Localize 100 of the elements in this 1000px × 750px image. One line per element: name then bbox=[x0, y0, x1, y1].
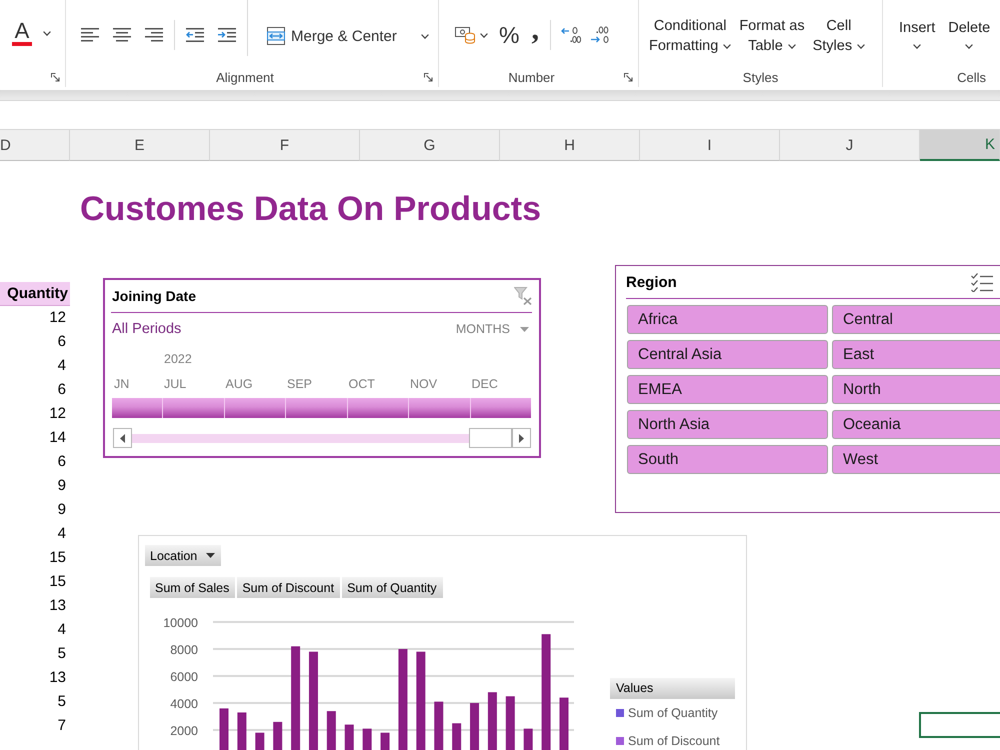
comma-style-button[interactable]: , bbox=[528, 23, 542, 47]
caret-icon bbox=[913, 44, 922, 49]
quantity-cell-text: 12 bbox=[48, 404, 67, 424]
font-color-button[interactable]: A bbox=[10, 21, 34, 46]
chart-bar bbox=[488, 692, 497, 750]
dialog-launcher-icon[interactable] bbox=[424, 72, 433, 82]
column-header[interactable]: J bbox=[780, 130, 920, 161]
dropdown-triangle-icon bbox=[206, 553, 216, 558]
chart-bar bbox=[452, 723, 462, 750]
right-arrow-icon bbox=[519, 434, 524, 442]
scroll-right-button[interactable] bbox=[512, 428, 531, 448]
legend-field-button[interactable]: Values bbox=[610, 678, 735, 699]
percent-style-button[interactable]: % bbox=[496, 23, 522, 47]
month-bar[interactable] bbox=[162, 398, 224, 418]
timeline-title: Joining Date bbox=[112, 288, 196, 304]
chart-bar bbox=[273, 722, 282, 750]
caret-icon bbox=[723, 44, 732, 49]
region-filter-button[interactable]: West bbox=[832, 445, 1000, 474]
merge-center-button[interactable]: Merge & Center bbox=[263, 23, 433, 49]
quantity-cell-text: 13 bbox=[48, 596, 67, 616]
chart-bar bbox=[434, 702, 444, 750]
column-header[interactable]: K bbox=[920, 130, 1000, 161]
chart-bar bbox=[506, 696, 515, 750]
legend-label: Sum of Discount bbox=[628, 734, 720, 748]
cells-button[interactable]: Insert bbox=[895, 15, 940, 52]
group-label: Number bbox=[508, 70, 555, 84]
chart-bar bbox=[326, 711, 336, 750]
caret-icon bbox=[857, 44, 866, 49]
left-arrow-icon bbox=[120, 434, 125, 442]
quantity-cell-text: 15 bbox=[48, 548, 67, 568]
region-filter-button[interactable]: North bbox=[832, 375, 1000, 404]
region-filter-button[interactable]: North Asia bbox=[627, 410, 828, 439]
column-header[interactable]: F bbox=[210, 130, 360, 161]
caret-icon bbox=[480, 32, 488, 38]
quantity-cell-text: 15 bbox=[48, 572, 67, 592]
region-filter-button[interactable]: Central Asia bbox=[627, 340, 828, 369]
region-filter-button[interactable]: EMEA bbox=[627, 375, 828, 404]
quantity-cell-text: 9 bbox=[56, 500, 67, 520]
chart-bar bbox=[380, 732, 390, 750]
chart-bar bbox=[362, 728, 372, 750]
caret-icon bbox=[788, 44, 796, 49]
region-filter-button[interactable]: Central bbox=[832, 305, 1000, 334]
quantity-cell-text: 6 bbox=[56, 452, 67, 472]
quantity-cell-text: 14 bbox=[48, 428, 67, 448]
styles-button[interactable]: Cell Styles bbox=[810, 13, 868, 59]
value-field-button[interactable]: Sum of Quantity bbox=[342, 577, 443, 598]
align-right-icon bbox=[145, 28, 163, 42]
multi-select-icon[interactable] bbox=[971, 272, 993, 292]
value-field-button[interactable]: Sum of Discount bbox=[237, 577, 340, 598]
month-label: NOV bbox=[409, 376, 438, 393]
styles-button[interactable]: Conditional Formatting bbox=[646, 13, 734, 59]
quantity-cell-text: 6 bbox=[56, 332, 67, 352]
money-coins-icon bbox=[455, 26, 475, 44]
quantity-cell-text: 4 bbox=[56, 620, 67, 640]
month-bar[interactable] bbox=[346, 398, 408, 418]
month-label: SEP bbox=[286, 376, 312, 393]
month-bar[interactable] bbox=[408, 398, 470, 418]
month-label: DEC bbox=[470, 376, 498, 393]
increase-indent-icon bbox=[218, 28, 236, 42]
cells-button[interactable]: Delete bbox=[944, 15, 994, 52]
region-filter-button[interactable]: South bbox=[627, 445, 828, 474]
scroll-left-button[interactable] bbox=[113, 428, 132, 448]
scrollbar-track[interactable] bbox=[132, 434, 469, 442]
column-header[interactable]: I bbox=[640, 130, 780, 161]
column-header[interactable]: D bbox=[0, 130, 70, 161]
region-filter-button[interactable]: East bbox=[832, 340, 1000, 369]
quantity-cell-text: 6 bbox=[56, 380, 67, 400]
quantity-cell-text: 12 bbox=[48, 308, 67, 328]
month-label: OCT bbox=[348, 376, 375, 393]
month-bar[interactable] bbox=[470, 398, 531, 418]
month-bar[interactable] bbox=[112, 398, 162, 418]
month-bar[interactable] bbox=[285, 398, 346, 418]
time-level-dropdown[interactable]: MONTHS bbox=[456, 322, 529, 336]
y-axis-label: 10000 bbox=[163, 616, 198, 630]
column-header[interactable]: E bbox=[70, 130, 210, 161]
align-left-icon bbox=[81, 28, 99, 42]
swatch-bar-icon bbox=[12, 42, 32, 46]
location-field-button[interactable]: Location bbox=[145, 545, 222, 566]
column-header[interactable]: H bbox=[500, 130, 640, 161]
scrollbar-thumb[interactable] bbox=[469, 428, 512, 448]
active-cell[interactable] bbox=[919, 712, 1000, 738]
chart-bar bbox=[255, 732, 264, 750]
quantity-cell-text: 7 bbox=[56, 716, 67, 736]
region-filter-button[interactable]: Africa bbox=[627, 305, 828, 334]
filter-clear-icon[interactable] bbox=[514, 287, 532, 305]
slicer-title: Region bbox=[626, 274, 677, 290]
caret-icon bbox=[965, 44, 974, 49]
region-filter-button[interactable]: Oceania bbox=[832, 410, 1000, 439]
decrease-decimal-icon bbox=[590, 26, 611, 44]
dialog-launcher-icon[interactable] bbox=[51, 72, 60, 82]
month-label: JUL bbox=[163, 376, 186, 393]
y-axis-label: 6000 bbox=[170, 670, 198, 684]
chart-bar bbox=[344, 724, 354, 750]
year-label: 2022 bbox=[164, 352, 192, 366]
value-field-button[interactable]: Sum of Sales bbox=[150, 577, 236, 598]
period-label: All Periods bbox=[112, 321, 182, 337]
styles-button[interactable]: Format as Table bbox=[736, 13, 808, 59]
month-bar[interactable] bbox=[224, 398, 285, 418]
dialog-launcher-icon[interactable] bbox=[624, 72, 633, 82]
column-header[interactable]: G bbox=[360, 130, 500, 161]
